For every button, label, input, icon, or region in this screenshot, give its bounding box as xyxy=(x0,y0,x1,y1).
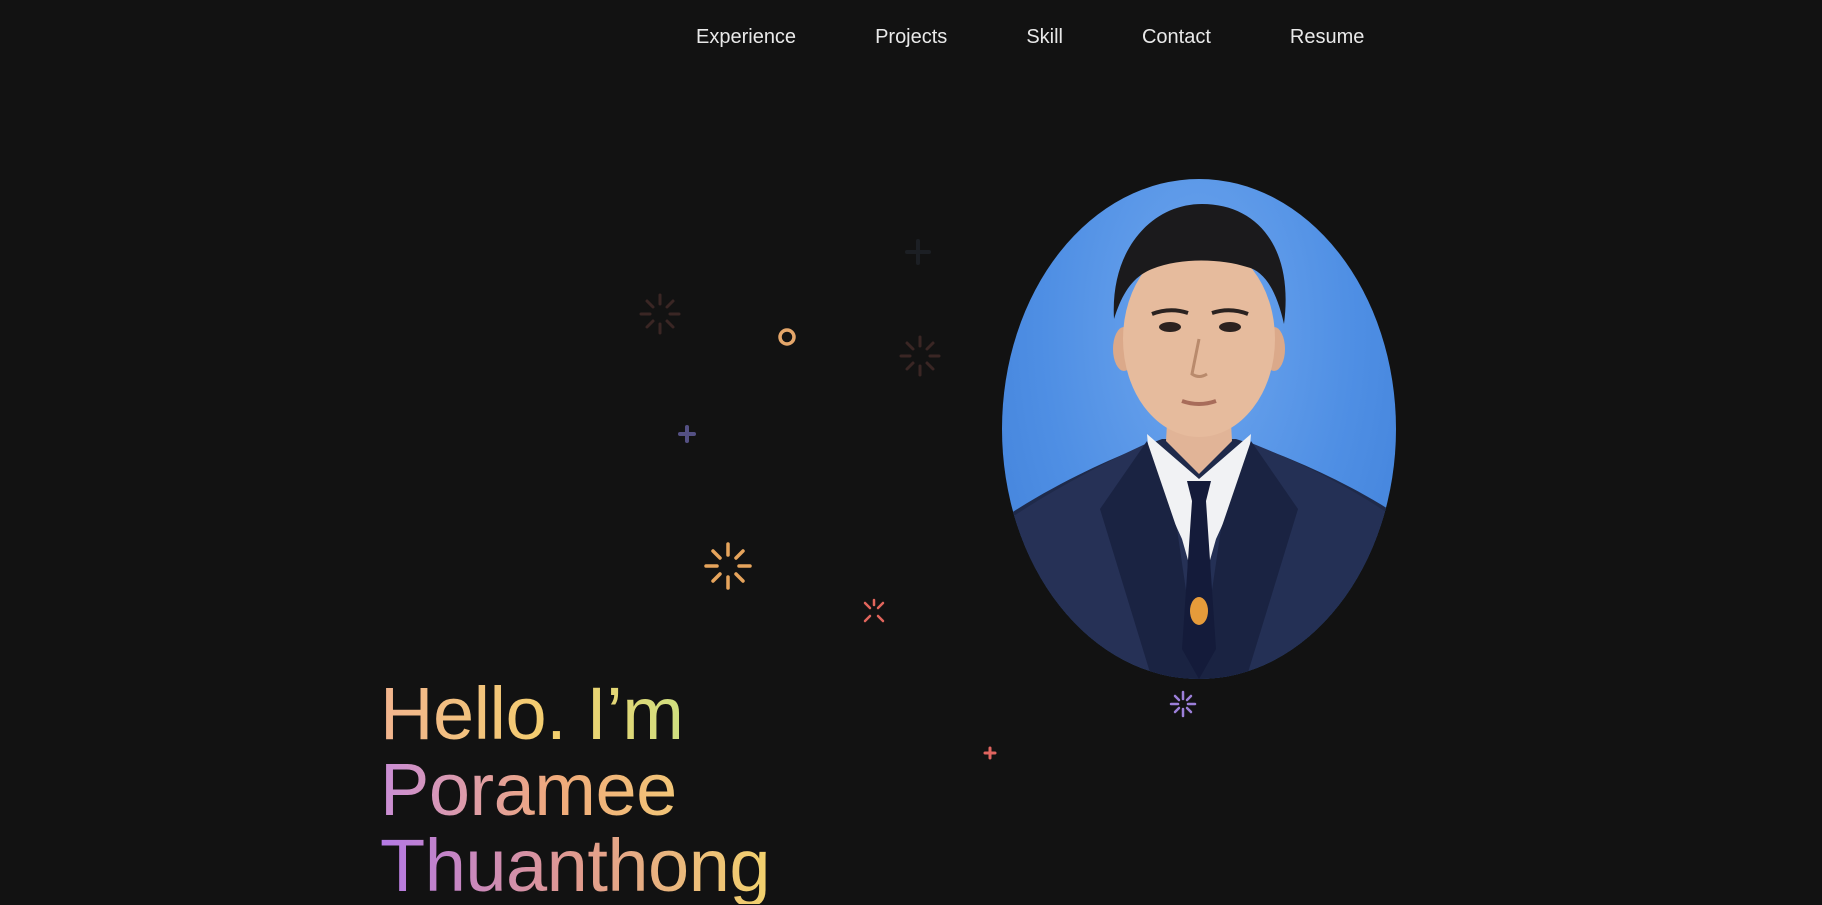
plus-icon xyxy=(905,239,931,265)
profile-photo xyxy=(1002,179,1396,679)
sparkle-icon xyxy=(899,335,941,377)
plus-icon xyxy=(678,425,696,443)
nav-resume[interactable]: Resume xyxy=(1290,22,1364,52)
hero-title: Hello. I’m Poramee Thuanthong xyxy=(380,676,771,905)
nav-skill[interactable]: Skill xyxy=(1026,22,1063,52)
top-nav: Experience Projects Skill Contact Resume xyxy=(696,22,1364,52)
sparkle-icon xyxy=(863,598,885,623)
page: Experience Projects Skill Contact Resume xyxy=(0,0,1822,905)
hero-first-name: Poramee xyxy=(380,752,770,828)
sparkle-icon xyxy=(1169,690,1197,718)
profile-photo-illustration xyxy=(1002,204,1396,679)
nav-projects[interactable]: Projects xyxy=(875,22,947,52)
plus-icon xyxy=(983,746,997,760)
hero-greeting: Hello. I’m xyxy=(380,676,770,752)
hero-last-name: Thuanthong xyxy=(380,824,771,905)
sparkle-icon xyxy=(704,542,752,590)
sparkle-icon xyxy=(639,293,681,335)
ring-icon xyxy=(778,328,796,346)
nav-contact[interactable]: Contact xyxy=(1142,22,1211,52)
nav-experience[interactable]: Experience xyxy=(696,22,796,52)
